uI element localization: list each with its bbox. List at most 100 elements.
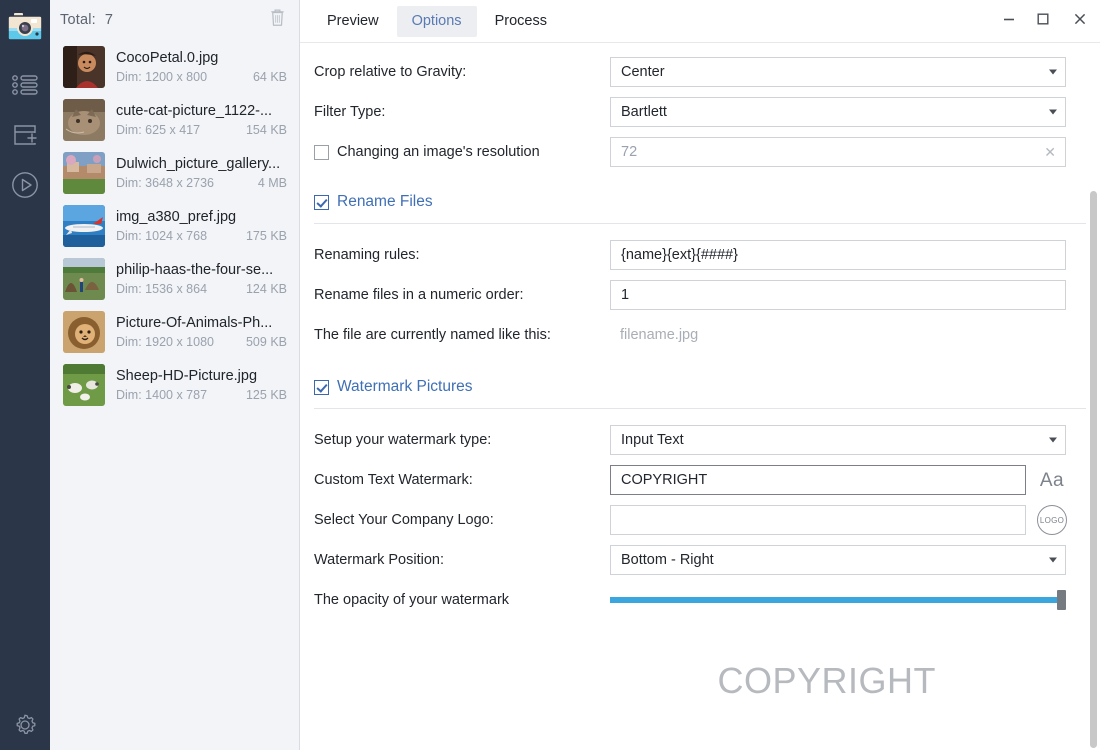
- titlebar: Preview Options Process: [300, 0, 1100, 43]
- file-dimensions: Dim: 1536 x 864: [116, 282, 208, 296]
- tab-process[interactable]: Process: [480, 6, 562, 37]
- file-dimensions: Dim: 1200 x 800: [116, 70, 208, 84]
- main-scrollbar[interactable]: [1088, 44, 1099, 750]
- maximize-icon: [1037, 12, 1049, 30]
- watermark-section-header[interactable]: Watermark Pictures: [314, 372, 1086, 402]
- rename-section-divider: [314, 223, 1086, 224]
- file-list[interactable]: CocoPetal.0.jpg Dim: 1200 x 800 64 KB cu…: [50, 40, 299, 750]
- sidebar-item-add[interactable]: [0, 110, 50, 160]
- minimize-button[interactable]: [992, 0, 1026, 42]
- file-name: philip-haas-the-four-se...: [116, 262, 274, 278]
- file-size: 154 KB: [245, 123, 287, 137]
- camera-logo-icon: [6, 9, 44, 47]
- watermark-position-select[interactable]: Bottom - Right: [610, 545, 1066, 575]
- crop-gravity-select[interactable]: Center: [610, 57, 1066, 87]
- file-size: 175 KB: [245, 229, 287, 243]
- file-name: Sheep-HD-Picture.jpg: [116, 368, 258, 384]
- resolution-checkbox[interactable]: [314, 144, 329, 160]
- clear-x-icon[interactable]: ✕: [1044, 145, 1056, 159]
- current-name-row: The file are currently named like this: …: [314, 315, 1086, 355]
- list-item[interactable]: img_a380_pref.jpg Dim: 1024 x 768 175 KB: [50, 199, 299, 252]
- file-size: 4 MB: [257, 176, 287, 190]
- current-name-label: The file are currently named like this:: [314, 327, 551, 343]
- resolution-row: Changing an image's resolution 72 ✕: [314, 132, 1086, 172]
- file-dimensions: Dim: 625 x 417: [116, 123, 201, 137]
- rename-files-title: Rename Files: [337, 193, 433, 210]
- app-window: Total: 7 CocoPetal.0.jpg Dim: 1200 x 800…: [0, 0, 1100, 750]
- numeric-order-label: Rename files in a numeric order:: [314, 287, 524, 303]
- close-icon: [1074, 12, 1086, 30]
- crop-gravity-value: Center: [621, 64, 665, 80]
- watermark-checkbox[interactable]: [314, 379, 329, 395]
- watermark-type-label: Setup your watermark type:: [314, 432, 492, 448]
- file-name: cute-cat-picture_1122-...: [116, 103, 273, 119]
- options-content: Crop relative to Gravity: Center Filter …: [300, 43, 1100, 750]
- resolution-value: 72: [621, 144, 638, 160]
- file-dimensions: Dim: 1920 x 1080: [116, 335, 214, 349]
- tab-options[interactable]: Options: [396, 5, 477, 37]
- list-icon: [12, 74, 38, 96]
- filter-type-label: Filter Type:: [314, 104, 386, 120]
- watermark-position-row: Watermark Position: Bottom - Right: [314, 540, 1086, 580]
- sidebar-item-play[interactable]: [0, 160, 50, 210]
- add-icon: [13, 123, 37, 147]
- crop-gravity-label: Crop relative to Gravity:: [314, 64, 467, 80]
- total-count: 7: [104, 12, 113, 28]
- close-button[interactable]: [1060, 0, 1100, 42]
- delete-all-button[interactable]: [263, 6, 291, 34]
- numeric-order-input[interactable]: 1: [610, 280, 1066, 310]
- watermark-type-select[interactable]: Input Text: [610, 425, 1066, 455]
- thumbnail: [63, 363, 105, 406]
- list-item[interactable]: Picture-Of-Animals-Ph... Dim: 1920 x 108…: [50, 305, 299, 358]
- font-settings-button[interactable]: Aa: [1036, 464, 1068, 496]
- list-item[interactable]: Dulwich_picture_gallery... Dim: 3648 x 2…: [50, 146, 299, 199]
- company-logo-input[interactable]: [610, 505, 1026, 535]
- custom-text-row: Custom Text Watermark: COPYRIGHT Aa: [314, 460, 1086, 500]
- sidebar-item-list[interactable]: [0, 60, 50, 110]
- thumbnail: [63, 98, 105, 141]
- custom-text-input[interactable]: COPYRIGHT: [610, 465, 1026, 495]
- rename-files-checkbox[interactable]: [314, 194, 329, 210]
- watermark-position-label: Watermark Position:: [314, 552, 444, 568]
- file-dimensions: Dim: 3648 x 2736: [116, 176, 214, 190]
- browse-logo-button[interactable]: LOGO: [1036, 504, 1068, 536]
- file-name: Dulwich_picture_gallery...: [116, 156, 281, 172]
- sidebar-item-settings[interactable]: [0, 700, 50, 750]
- opacity-slider[interactable]: [610, 585, 1066, 615]
- renaming-rules-value: {name}{ext}{####}: [621, 247, 738, 263]
- list-item[interactable]: CocoPetal.0.jpg Dim: 1200 x 800 64 KB: [50, 40, 299, 93]
- file-meta: CocoPetal.0.jpg Dim: 1200 x 800 64 KB: [116, 49, 299, 84]
- logo-circle-icon: LOGO: [1037, 505, 1067, 535]
- resolution-label: Changing an image's resolution: [337, 144, 540, 160]
- slider-fill: [610, 597, 1057, 603]
- rename-files-section-header[interactable]: Rename Files: [314, 187, 1086, 217]
- scrollbar-thumb[interactable]: [1090, 191, 1097, 748]
- filter-type-value: Bartlett: [621, 104, 667, 120]
- maximize-button[interactable]: [1026, 0, 1060, 42]
- resolution-checkbox-group[interactable]: Changing an image's resolution: [314, 144, 610, 160]
- thumbnail: [63, 45, 105, 88]
- tab-preview[interactable]: Preview: [312, 6, 394, 37]
- filter-type-select[interactable]: Bartlett: [610, 97, 1066, 127]
- watermark-title: Watermark Pictures: [337, 378, 473, 395]
- resolution-input[interactable]: 72 ✕: [610, 137, 1066, 167]
- list-item[interactable]: cute-cat-picture_1122-... Dim: 625 x 417…: [50, 93, 299, 146]
- file-meta: Picture-Of-Animals-Ph... Dim: 1920 x 108…: [116, 314, 299, 349]
- file-name: Picture-Of-Animals-Ph...: [116, 315, 273, 331]
- file-size: 125 KB: [245, 388, 287, 402]
- file-dimensions: Dim: 1024 x 768: [116, 229, 208, 243]
- slider-thumb[interactable]: [1057, 590, 1066, 610]
- list-item[interactable]: philip-haas-the-four-se... Dim: 1536 x 8…: [50, 252, 299, 305]
- company-logo-label: Select Your Company Logo:: [314, 512, 494, 528]
- tab-bar: Preview Options Process: [300, 0, 565, 42]
- nav-rail: [0, 0, 50, 750]
- play-icon: [11, 171, 39, 199]
- chevron-down-icon: [1049, 437, 1057, 443]
- chevron-down-icon: [1049, 557, 1057, 563]
- file-size: 64 KB: [252, 70, 287, 84]
- watermark-preview-text: COPYRIGHT: [717, 660, 936, 701]
- renaming-rules-row: Renaming rules: {name}{ext}{####}: [314, 235, 1086, 275]
- company-logo-row: Select Your Company Logo: LOGO: [314, 500, 1086, 540]
- renaming-rules-input[interactable]: {name}{ext}{####}: [610, 240, 1066, 270]
- list-item[interactable]: Sheep-HD-Picture.jpg Dim: 1400 x 787 125…: [50, 358, 299, 411]
